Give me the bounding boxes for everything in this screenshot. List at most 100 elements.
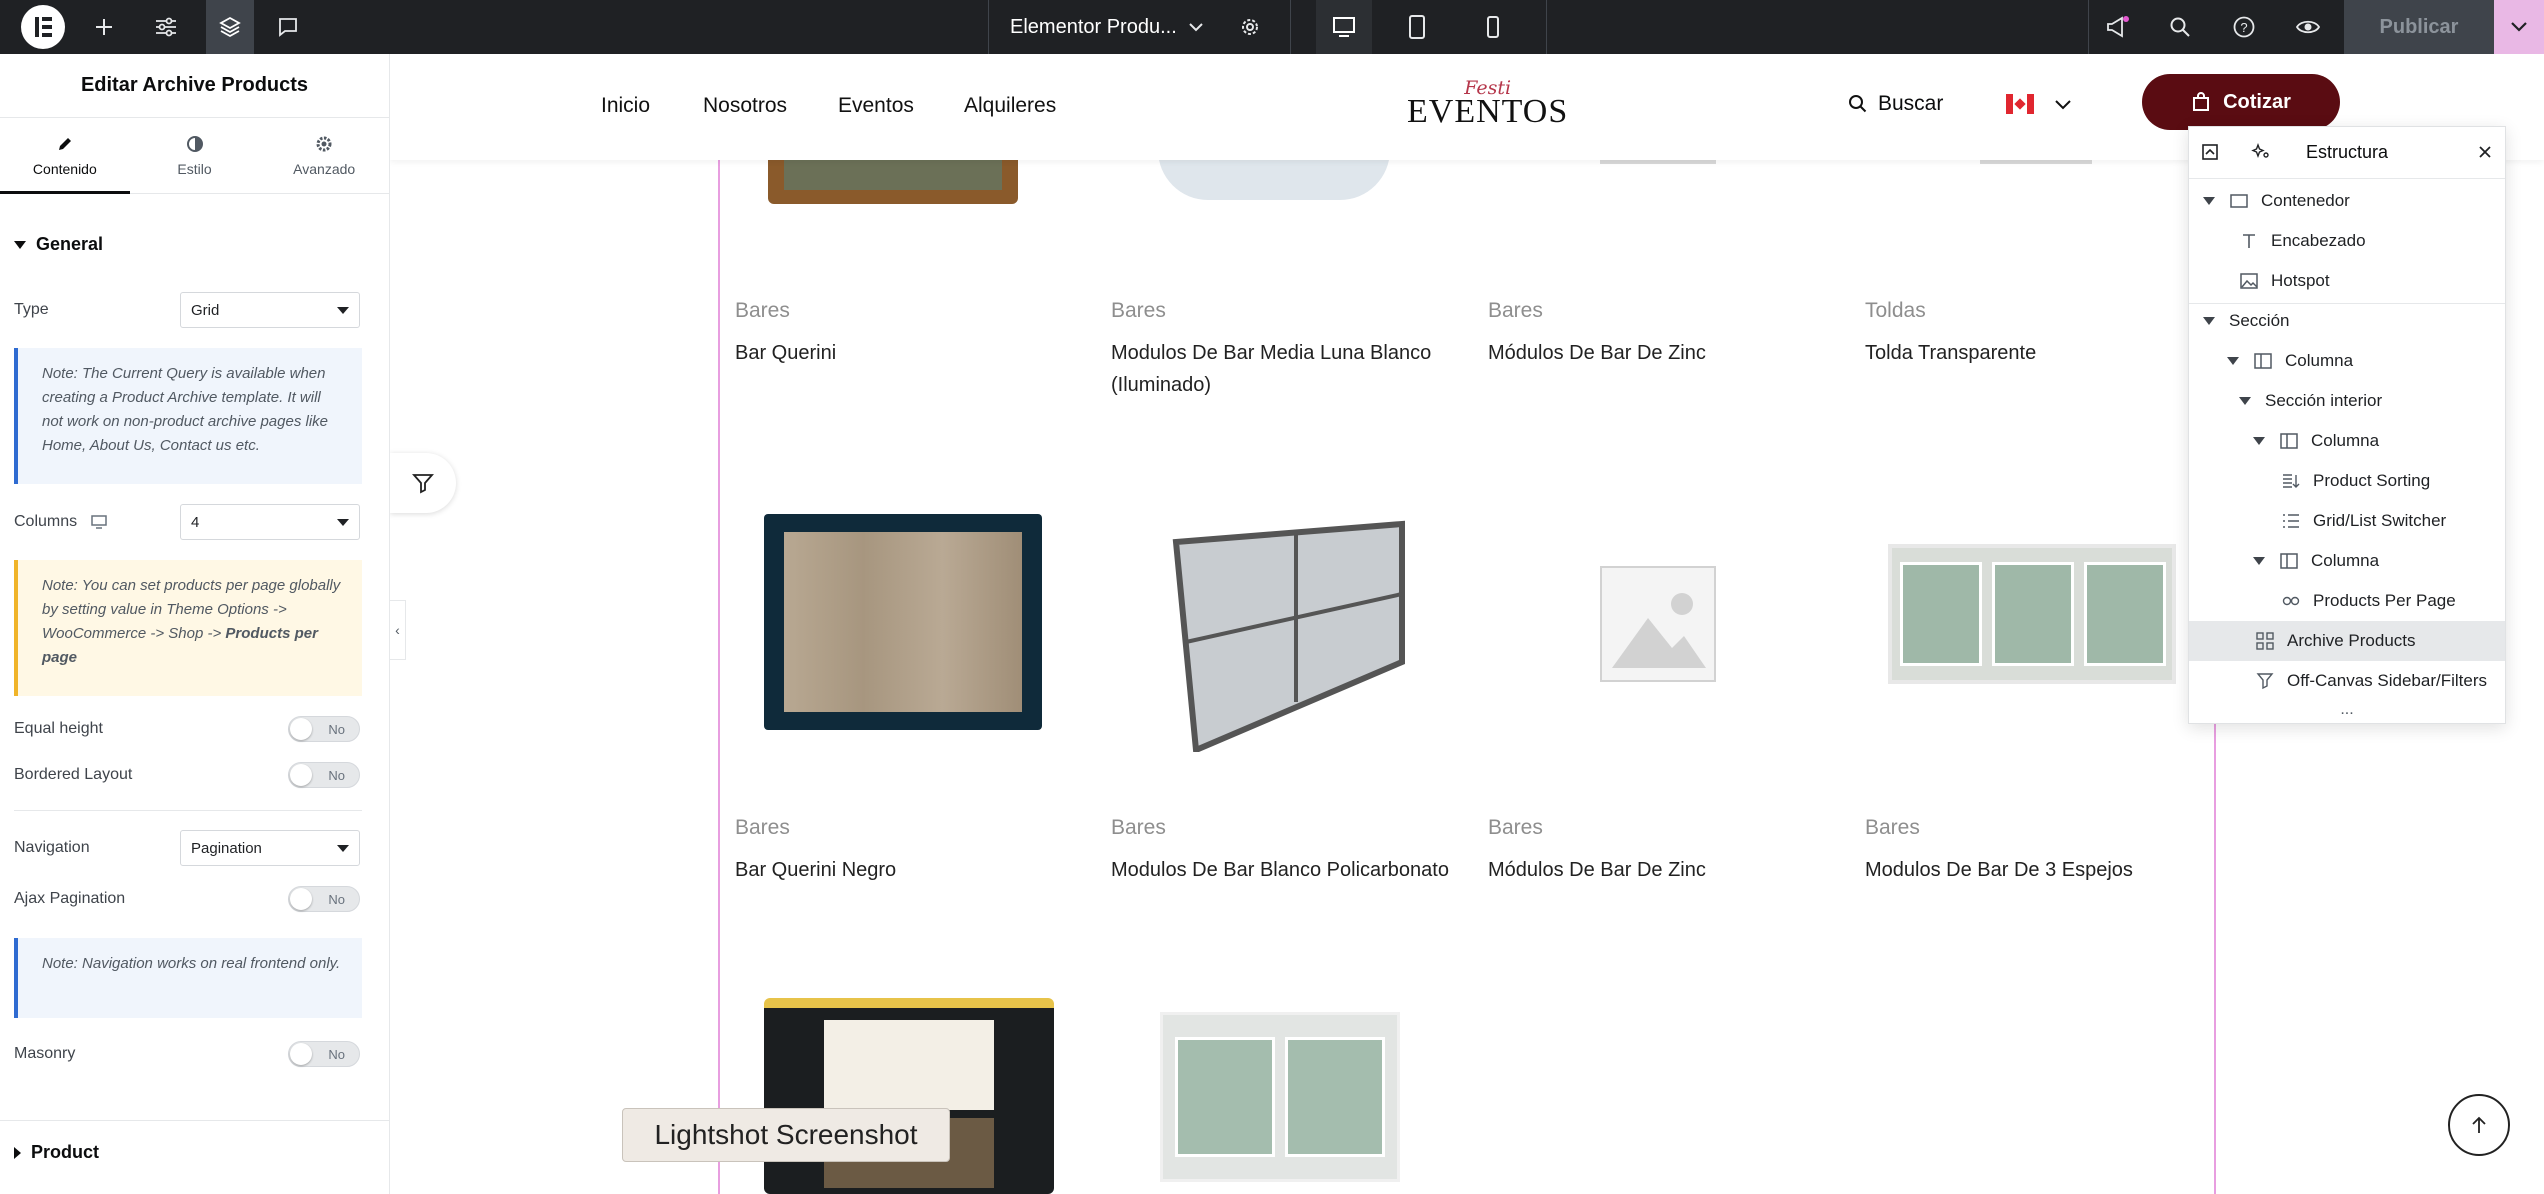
product-category[interactable]: Bares xyxy=(1488,816,1828,840)
page-settings-gear-icon[interactable] xyxy=(1236,0,1264,54)
structure-layers-icon[interactable] xyxy=(206,0,254,54)
product-category[interactable]: Bares xyxy=(1111,816,1471,840)
structure-item-off-canvas[interactable]: Off-Canvas Sidebar/Filters xyxy=(2189,661,2505,701)
tab-estilo[interactable]: Estilo xyxy=(130,118,260,193)
structure-item-columna[interactable]: Columna xyxy=(2189,421,2505,461)
close-icon[interactable] xyxy=(2477,144,2493,165)
bordered-layout-toggle[interactable]: No xyxy=(288,762,360,788)
product-card[interactable]: Bares Bar Querini xyxy=(735,299,1075,369)
structure-item-products-per-page[interactable]: Products Per Page xyxy=(2189,581,2505,621)
mobile-view-icon[interactable] xyxy=(1468,0,1518,54)
structure-item-grid-list-switcher[interactable]: Grid/List Switcher xyxy=(2189,501,2505,541)
list-icon xyxy=(2281,511,2301,531)
columns-select[interactable]: 4 xyxy=(180,504,360,540)
tab-avanzado[interactable]: Avanzado xyxy=(259,118,389,193)
preview-eye-icon[interactable] xyxy=(2290,0,2326,54)
structure-item-label: Products Per Page xyxy=(2313,591,2456,610)
collapse-all-icon[interactable] xyxy=(2201,143,2219,166)
product-card[interactable]: Toldas Tolda Transparente xyxy=(1865,299,2205,369)
structure-item-label: Columna xyxy=(2311,551,2380,570)
product-card[interactable]: Bares Módulos De Bar De Zinc xyxy=(1488,299,1828,369)
show-hidden-sparkle-icon[interactable] xyxy=(2251,143,2271,166)
product-category[interactable]: Bares xyxy=(735,299,1075,323)
structure-navigator: Estructura Contenedor Encabezado Hotspot… xyxy=(2188,126,2506,724)
product-card[interactable]: Bares Módulos De Bar De Zinc xyxy=(1488,816,1828,886)
structure-item-contenedor[interactable]: Contenedor xyxy=(2189,181,2505,221)
product-category[interactable]: Bares xyxy=(1865,816,2205,840)
nav-nosotros[interactable]: Nosotros xyxy=(703,94,787,118)
product-title[interactable]: Modulos De Bar De 3 Espejos xyxy=(1865,854,2205,886)
nav-eventos[interactable]: Eventos xyxy=(838,94,914,118)
structure-item-columna[interactable]: Columna xyxy=(2189,341,2505,381)
publish-button[interactable]: Publicar xyxy=(2344,0,2494,54)
structure-item-hotspot[interactable]: Hotspot xyxy=(2189,261,2505,301)
tablet-view-icon[interactable] xyxy=(1392,0,1442,54)
product-category[interactable]: Bares xyxy=(735,816,1075,840)
collapse-panel-chevron-icon[interactable]: ‹ xyxy=(390,600,406,660)
structure-item-label: Columna xyxy=(2311,431,2380,450)
product-image-bar-querini-negro[interactable] xyxy=(764,514,1042,730)
search-icon[interactable] xyxy=(2162,0,2198,54)
equal-height-toggle[interactable]: No xyxy=(288,716,360,742)
product-title[interactable]: Módulos De Bar De Zinc xyxy=(1488,337,1828,369)
masonry-toggle[interactable]: No xyxy=(288,1041,360,1067)
structure-item-seccion-interior[interactable]: Sección interior xyxy=(2189,381,2505,421)
navigation-select[interactable]: Pagination xyxy=(180,830,360,866)
elementor-logo-icon[interactable] xyxy=(18,0,68,54)
equal-height-control: Equal height No xyxy=(14,716,360,742)
structure-item-encabezado[interactable]: Encabezado xyxy=(2189,221,2505,261)
product-card[interactable]: Bares Modulos De Bar Media Luna Blanco (… xyxy=(1111,299,1451,401)
product-title[interactable]: Módulos De Bar De Zinc xyxy=(1488,854,1828,886)
site-search[interactable]: Buscar xyxy=(1848,92,1943,116)
divider xyxy=(14,810,362,811)
structure-item-seccion[interactable]: Sección xyxy=(2189,301,2505,341)
ajax-pagination-toggle[interactable]: No xyxy=(288,886,360,912)
publish-options-chevron-icon[interactable] xyxy=(2494,0,2544,54)
product-category[interactable]: Bares xyxy=(1488,299,1828,323)
type-select[interactable]: Grid xyxy=(180,292,360,328)
structure-item-product-sorting[interactable]: Product Sorting xyxy=(2189,461,2505,501)
scroll-to-top-button[interactable] xyxy=(2448,1094,2510,1156)
section-general-toggle[interactable]: General xyxy=(14,234,103,255)
product-title[interactable]: Tolda Transparente xyxy=(1865,337,2205,369)
document-title[interactable]: Elementor Produ... xyxy=(1010,0,1190,54)
product-image-3-espejos[interactable] xyxy=(1888,544,2176,684)
product-title[interactable]: Modulos De Bar Blanco Policarbonato xyxy=(1111,854,1471,886)
filter-sidebar-button[interactable] xyxy=(390,453,456,513)
desktop-view-icon[interactable] xyxy=(1316,0,1372,54)
shopping-bag-icon xyxy=(2193,92,2210,111)
add-element-icon[interactable] xyxy=(86,0,122,54)
help-icon[interactable]: ? xyxy=(2226,0,2262,54)
nav-inicio[interactable]: Inicio xyxy=(601,94,650,118)
product-image-placeholder[interactable] xyxy=(1600,566,1716,682)
product-card[interactable]: Bares Bar Querini Negro xyxy=(735,816,1075,886)
navigation-control: Navigation Pagination xyxy=(14,830,360,866)
nav-alquileres[interactable]: Alquileres xyxy=(964,94,1056,118)
site-logo[interactable]: Festi EVENTOS xyxy=(1407,79,1568,129)
product-image-espejos[interactable] xyxy=(1160,1012,1400,1182)
notifications-megaphone-icon[interactable] xyxy=(2100,0,2136,54)
section-product-toggle[interactable]: Product xyxy=(14,1142,99,1163)
product-card[interactable]: Bares Modulos De Bar Blanco Policarbonat… xyxy=(1111,816,1471,886)
product-category[interactable]: Bares xyxy=(1111,299,1451,323)
tab-contenido[interactable]: Contenido xyxy=(0,118,130,194)
product-image-bar-barril[interactable] xyxy=(764,998,1054,1194)
product-card[interactable]: Bares Modulos De Bar De 3 Espejos xyxy=(1865,816,2205,886)
language-chevron-down-icon[interactable] xyxy=(2054,98,2072,116)
product-category[interactable]: Toldas xyxy=(1865,299,2205,323)
cotizar-button[interactable]: Cotizar xyxy=(2142,74,2340,130)
structure-header: Estructura xyxy=(2189,127,2505,179)
columns-select-value: 4 xyxy=(191,513,200,531)
product-title[interactable]: Bar Querini Negro xyxy=(735,854,1075,886)
canada-flag-icon[interactable] xyxy=(2006,94,2034,114)
chevron-down-icon[interactable] xyxy=(1184,0,1208,54)
settings-sliders-icon[interactable] xyxy=(148,0,184,54)
product-title[interactable]: Bar Querini xyxy=(735,337,1075,369)
grid-icon xyxy=(2255,631,2275,651)
product-image-policarbonato[interactable] xyxy=(1166,512,1410,755)
structure-item-archive-products[interactable]: Archive Products xyxy=(2189,621,2505,661)
comments-icon[interactable] xyxy=(270,0,306,54)
structure-item-columna[interactable]: Columna xyxy=(2189,541,2505,581)
product-title[interactable]: Modulos De Bar Media Luna Blanco (Ilumin… xyxy=(1111,337,1451,401)
structure-more[interactable]: ... xyxy=(2189,701,2505,719)
